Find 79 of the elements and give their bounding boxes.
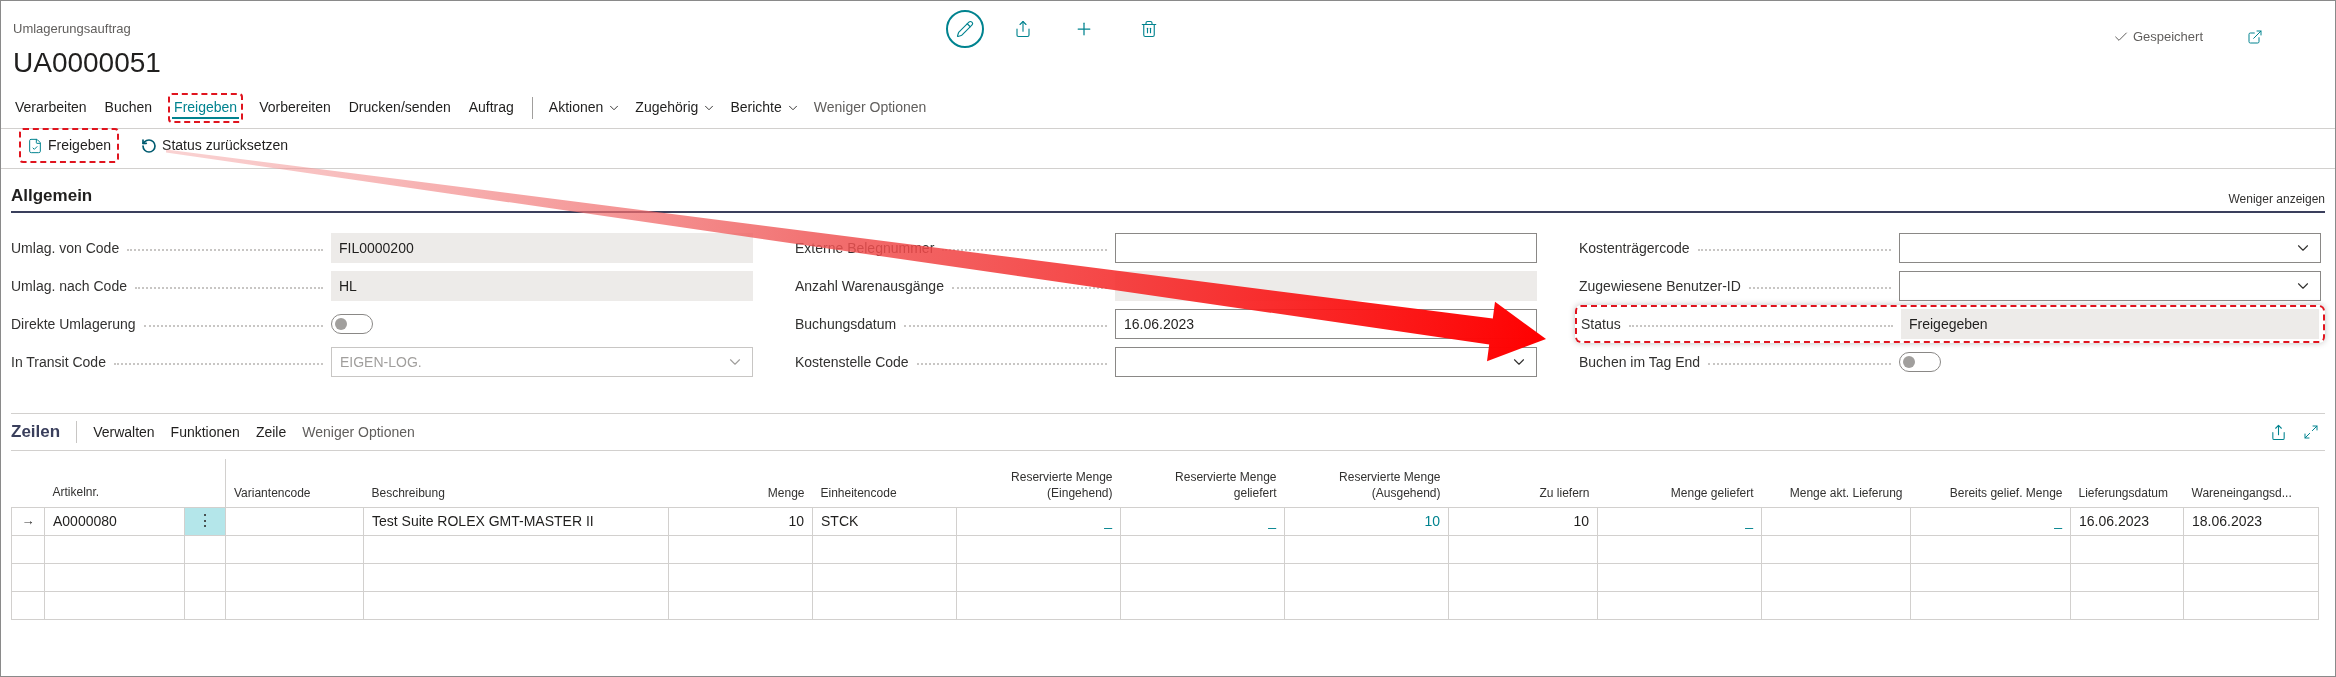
toggle-switch[interactable] — [331, 314, 373, 334]
row-menu-button[interactable]: ⋮ — [184, 507, 226, 535]
row-marker: → — [11, 507, 45, 535]
menu-tab[interactable]: Drucken/senden — [346, 96, 453, 119]
table-cell: A0000080 — [44, 507, 185, 535]
column-header[interactable]: Variantencode — [225, 459, 364, 507]
table-cell: 16.06.2023 — [2070, 507, 2184, 535]
toggle-switch[interactable] — [1899, 352, 1941, 372]
action-button[interactable]: Status zurücksetzen — [137, 132, 293, 159]
menu-tab[interactable]: Vorbereiten — [257, 96, 333, 119]
field-label: Kostenträgercode — [1579, 238, 1690, 258]
dropdown-field[interactable] — [1899, 233, 2321, 263]
field-label: Kostenstelle Code — [795, 352, 909, 372]
field-label: Buchen im Tag End — [1579, 352, 1701, 372]
column-header[interactable]: Reservierte Menge (Ausgehend) — [1284, 459, 1449, 507]
table-cell: STCK — [812, 507, 957, 535]
document-check-icon — [27, 137, 43, 154]
section-title: Allgemein — [11, 184, 93, 207]
dropdown-field[interactable] — [1899, 271, 2321, 301]
field-label: Umlag. nach Code — [11, 276, 127, 296]
menu-tab[interactable]: Buchen — [102, 96, 155, 119]
column-header[interactable]: Lieferungsdatum — [2070, 459, 2184, 507]
fewer-options-link[interactable]: Weniger Optionen — [813, 97, 927, 118]
field-label: Anzahl Warenausgänge — [795, 276, 944, 296]
field-label: Status — [1581, 314, 1621, 334]
column-header[interactable]: Artikelnr. — [44, 459, 185, 507]
column-header[interactable]: Menge geliefert — [1597, 459, 1762, 507]
lines-menu-item[interactable]: Funktionen — [170, 421, 240, 443]
menu-dropdown[interactable]: Aktionen — [548, 97, 622, 118]
show-less-link[interactable]: Weniger anzeigen — [2228, 190, 2325, 208]
lines-menu-item[interactable]: Verwalten — [93, 421, 155, 443]
table-cell: Test Suite ROLEX GMT-MASTER II — [363, 507, 669, 535]
readonly-field: HL — [331, 271, 753, 301]
column-header[interactable]: Reservierte Menge geliefert — [1120, 459, 1285, 507]
expand-icon[interactable] — [2303, 424, 2319, 440]
share-icon[interactable] — [1013, 20, 1032, 38]
column-header[interactable]: Reservierte Menge (Eingehend) — [956, 459, 1121, 507]
menu-dropdown[interactable]: Zugehörig — [635, 97, 717, 118]
table-cell[interactable]: _ — [1910, 507, 2071, 535]
reset-icon — [141, 137, 158, 154]
table-cell[interactable]: _ — [956, 507, 1121, 535]
lines-menu-item[interactable]: Zeile — [255, 421, 287, 443]
fewer-options-link[interactable]: Weniger Optionen — [302, 421, 415, 443]
table-cell: 10 — [668, 507, 813, 535]
field-label: In Transit Code — [11, 352, 106, 372]
column-header[interactable]: Bereits gelief. Menge — [1910, 459, 2071, 507]
action-button[interactable]: Freigeben — [23, 132, 116, 159]
table-cell[interactable]: 10 — [1284, 507, 1449, 535]
table-cell[interactable]: _ — [1120, 507, 1285, 535]
field-label: Direkte Umlagerung — [11, 314, 136, 334]
column-header[interactable]: Menge — [668, 459, 813, 507]
menu-tab[interactable]: Auftrag — [466, 96, 516, 119]
column-header[interactable]: Menge akt. Lieferung — [1761, 459, 1911, 507]
delete-icon[interactable] — [1139, 20, 1158, 38]
dropdown-field[interactable] — [1115, 347, 1537, 377]
field-label: Zugewiesene Benutzer-ID — [1579, 276, 1741, 296]
menu-tab[interactable]: Freigeben — [172, 96, 240, 119]
field-label: Umlag. von Code — [11, 238, 120, 258]
column-header[interactable]: Beschreibung — [363, 459, 669, 507]
table-cell[interactable]: _ — [1597, 507, 1762, 535]
menu-tab[interactable]: Verarbeiten — [13, 96, 89, 119]
page-caption: Umlagerungsauftrag — [13, 20, 132, 38]
save-status: Gespeichert — [2132, 28, 2203, 46]
column-header[interactable]: Wareneingangsd... — [2183, 459, 2319, 507]
section-title: Zeilen — [11, 421, 61, 444]
table-cell: 10 — [1448, 507, 1598, 535]
column-header[interactable]: Zu liefern — [1448, 459, 1598, 507]
readonly-field: FIL0000200 — [331, 233, 753, 263]
table-cell: 18.06.2023 — [2183, 507, 2319, 535]
pencil-icon — [955, 20, 974, 38]
menu-dropdown[interactable]: Berichte — [730, 97, 800, 118]
field-label: Buchungsdatum — [795, 314, 897, 334]
readonly-field: Freigegeben — [1901, 309, 2319, 339]
pop-out-icon[interactable] — [2247, 28, 2263, 45]
share-icon[interactable] — [2270, 423, 2287, 441]
page-title: UA0000051 — [13, 48, 161, 77]
column-header[interactable]: Einheitencode — [812, 459, 957, 507]
edit-button[interactable] — [945, 10, 984, 48]
input-field[interactable] — [1115, 233, 1537, 263]
